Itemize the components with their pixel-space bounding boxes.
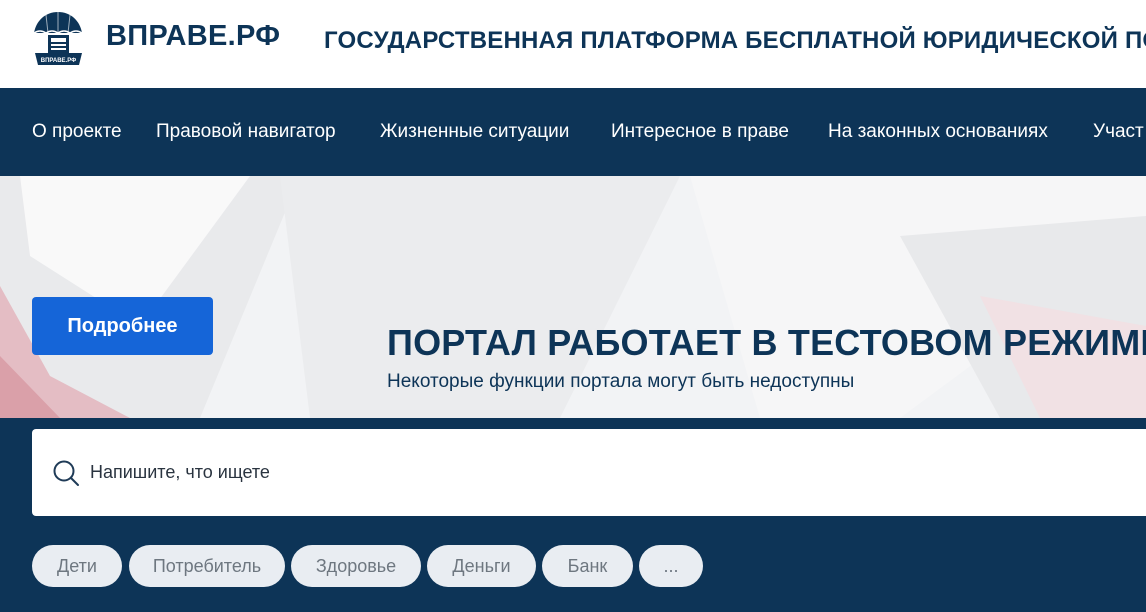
banner-title: ПОРТАЛ РАБОТАЕТ В ТЕСТОВОМ РЕЖИМЕ	[387, 322, 1146, 363]
search-section: Дети Потребитель Здоровье Деньги Банк ..…	[0, 418, 1146, 612]
umbrella-logo-icon[interactable]: ВПРАВЕ.РФ	[31, 9, 86, 71]
tag-more[interactable]: ...	[639, 545, 703, 587]
nav-item-about[interactable]: О проекте	[32, 121, 122, 143]
tag-health[interactable]: Здоровье	[291, 545, 421, 587]
tag-children[interactable]: Дети	[32, 545, 122, 587]
nav-item-interesting-in-law[interactable]: Интересное в праве	[611, 121, 789, 143]
site-brand[interactable]: ВПРАВЕ.РФ	[106, 20, 280, 53]
site-tagline: ГОСУДАРСТВЕННАЯ ПЛАТФОРМА БЕСПЛАТНОЙ ЮРИ…	[324, 27, 1146, 54]
tag-consumer[interactable]: Потребитель	[129, 545, 285, 587]
nav-item-legal-grounds[interactable]: На законных основаниях	[828, 121, 1048, 143]
test-mode-banner: Подробнее ПОРТАЛ РАБОТАЕТ В ТЕСТОВОМ РЕЖ…	[0, 176, 1146, 418]
nav-item-participants[interactable]: Участ	[1093, 121, 1144, 143]
nav-item-life-situations[interactable]: Жизненные ситуации	[380, 121, 569, 143]
search-icon[interactable]	[52, 459, 80, 487]
main-nav: О проекте Правовой навигатор Жизненные с…	[0, 88, 1146, 176]
search-input[interactable]	[90, 429, 1130, 516]
nav-item-legal-navigator[interactable]: Правовой навигатор	[156, 121, 336, 143]
tag-money[interactable]: Деньги	[427, 545, 536, 587]
more-button[interactable]: Подробнее	[32, 297, 213, 355]
search-box[interactable]	[32, 429, 1146, 516]
site-header: ВПРАВЕ.РФ ВПРАВЕ.РФ ГОСУДАРСТВЕННАЯ ПЛАТ…	[0, 0, 1146, 88]
banner-subtitle: Некоторые функции портала могут быть нед…	[387, 371, 855, 392]
tag-bank[interactable]: Банк	[542, 545, 633, 587]
logo-text: ВПРАВЕ.РФ	[41, 58, 77, 64]
